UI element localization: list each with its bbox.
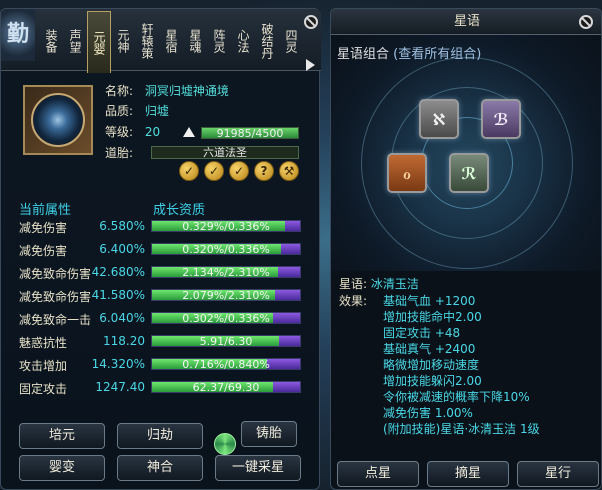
- xingyu-panel: 星语 星语组合 (查看所有组合) ℵ ℬ ℴ ℛ 星语: 冰清玉洁 效果: 基础…: [330, 8, 602, 490]
- caixing-button[interactable]: 一键采星: [215, 455, 301, 481]
- level-up-icon[interactable]: [183, 127, 195, 137]
- growth-bar: 5.91/6.30: [151, 335, 301, 348]
- close-icon[interactable]: [304, 15, 318, 29]
- exp-bar: 91985/4500: [201, 127, 299, 140]
- effect-line: 令你被减速的概率下降10%: [383, 390, 530, 404]
- peiyuan-button[interactable]: 培元: [19, 423, 105, 449]
- panel-logo: 勤: [1, 9, 35, 61]
- current-attr-header: 当前属性: [19, 203, 72, 218]
- growth-bar: 0.716%/0.840%: [151, 358, 301, 371]
- tab-reputation[interactable]: 声望: [63, 13, 87, 69]
- check-badge-icon[interactable]: ✓: [179, 161, 199, 181]
- tab-scroll-right-icon[interactable]: [306, 59, 315, 71]
- attr-value: 1247.40: [95, 380, 145, 394]
- tab-siling[interactable]: 四灵: [279, 13, 303, 69]
- close-icon[interactable]: [579, 15, 593, 29]
- swirl-icon[interactable]: [214, 433, 236, 455]
- growth-bar: 2.079%/2.310%: [151, 289, 301, 302]
- attr-value: 6.040%: [99, 311, 145, 325]
- effect-line: (附加技能)星语·冰清玉洁 1级: [383, 422, 540, 436]
- attr-label: 魅惑抗性: [19, 336, 68, 350]
- tab-xinfa[interactable]: 心法: [231, 13, 255, 69]
- attr-label: 攻击增加: [19, 359, 68, 373]
- effect-line: 增加技能命中2.00: [383, 310, 482, 324]
- yuanying-icon[interactable]: [23, 85, 93, 155]
- shenhe-button[interactable]: 神合: [117, 455, 203, 481]
- attr-label: 减免伤害: [19, 244, 68, 258]
- tab-zhenling[interactable]: 阵灵: [207, 13, 231, 69]
- question-badge-icon[interactable]: ?: [254, 161, 274, 181]
- attr-label: 减免致命一击: [19, 313, 92, 327]
- yuanying-orb: [31, 93, 85, 147]
- growth-bar: 62.37/69.30: [151, 381, 301, 394]
- effect-line: 减免伤害 1.00%: [383, 406, 473, 420]
- tab-equipment[interactable]: 装备: [39, 13, 63, 69]
- info-quality: 品质: 归墟: [105, 104, 169, 118]
- growth-bar: 2.134%/2.310%: [151, 266, 301, 279]
- check-badge-icon[interactable]: ✓: [229, 161, 249, 181]
- tab-pojiedan[interactable]: 破结丹: [255, 13, 279, 69]
- tab-xinghun[interactable]: 星魂: [183, 13, 207, 69]
- effect-line: 略微增加移动速度: [383, 358, 480, 372]
- growth-bar: 0.329%/0.336%: [151, 220, 301, 233]
- tab-yuanshen[interactable]: 元神: [111, 13, 135, 69]
- effect-line: 固定攻击 +48: [383, 326, 461, 340]
- attr-value: 6.580%: [99, 219, 145, 233]
- effect-line: 基础真气 +2400: [383, 342, 476, 356]
- effect-line: 增加技能躲闪2.00: [383, 374, 482, 388]
- attr-label: 固定攻击: [19, 382, 68, 396]
- attr-label: 减免伤害: [19, 221, 68, 235]
- attr-label: 减免致命伤害: [19, 267, 92, 281]
- hammer-badge-icon[interactable]: ⚒: [279, 161, 299, 181]
- attr-value: 14.320%: [91, 357, 145, 371]
- view-all-combos-link[interactable]: (查看所有组合): [393, 47, 481, 62]
- info-level: 等级: 20: [105, 125, 161, 139]
- info-name: 名称: 洞冥归墟神通境: [105, 84, 229, 98]
- xingyu-title: 星语: [331, 9, 601, 35]
- rune-gem-3[interactable]: ℴ: [387, 153, 427, 193]
- yuanying-panel: 勤 装备 声望 元婴 元神 轩辕策 星宿 星魂 阵灵 心法 破结丹 四灵 名称:…: [0, 8, 321, 490]
- xingxing-button[interactable]: 星行: [517, 461, 599, 487]
- attr-value: 6.400%: [99, 242, 145, 256]
- rune-gem-2[interactable]: ℬ: [481, 99, 521, 139]
- rune-gem-4[interactable]: ℛ: [449, 153, 489, 193]
- attr-value: 41.580%: [91, 288, 145, 302]
- growth-header: 成长资质: [153, 203, 206, 218]
- effect-label: 效果:: [339, 294, 368, 308]
- attr-label: 减免致命伤害: [19, 290, 92, 304]
- dianxing-button[interactable]: 点星: [337, 461, 419, 487]
- check-badge-icon[interactable]: ✓: [204, 161, 224, 181]
- tab-xuanyuance[interactable]: 轩辕策: [135, 13, 159, 69]
- yingbian-button[interactable]: 婴变: [19, 455, 105, 481]
- rune-gem-1[interactable]: ℵ: [419, 99, 459, 139]
- guijie-button[interactable]: 归劫: [117, 423, 203, 449]
- growth-bar: 0.302%/0.336%: [151, 312, 301, 325]
- tab-xingxiu[interactable]: 星宿: [159, 13, 183, 69]
- dao-tai-bar: 六道法圣: [151, 146, 299, 159]
- attr-value: 118.20: [103, 334, 145, 348]
- star-name-row: 星语: 冰清玉洁: [339, 277, 419, 291]
- zhaixing-button[interactable]: 摘星: [427, 461, 509, 487]
- attr-value: 42.680%: [91, 265, 145, 279]
- tab-yuanying[interactable]: 元婴: [87, 11, 111, 73]
- growth-bar: 0.320%/0.336%: [151, 243, 301, 256]
- zhutai-button[interactable]: 铸胎: [241, 421, 297, 447]
- info-dao-label: 道胎:: [105, 146, 134, 160]
- effect-line: 基础气血 +1200: [383, 294, 476, 308]
- combo-row: 星语组合 (查看所有组合): [337, 47, 482, 62]
- tab-bar: 勤 装备 声望 元婴 元神 轩辕策 星宿 星魂 阵灵 心法 破结丹 四灵: [1, 9, 321, 73]
